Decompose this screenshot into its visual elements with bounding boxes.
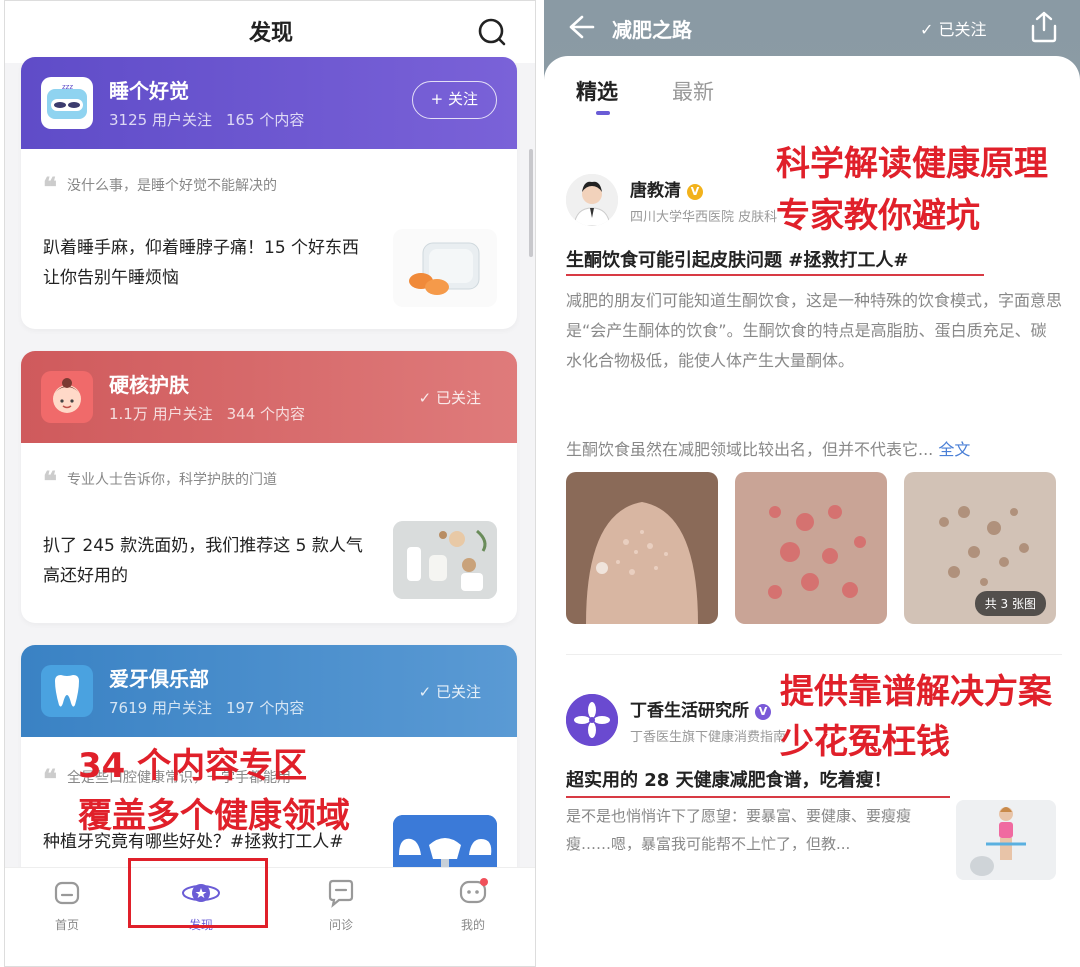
quote-text: 没什么事，是睡个好觉不能解决的 <box>67 178 277 194</box>
annotation-text: 覆盖多个健康领域 <box>78 796 350 836</box>
community-card-skincare[interactable]: 硬核护肤 1.1万 用户关注 344 个内容 ✓ 已关注 ❝ 专业人士告诉你，科学护… <box>21 351 517 623</box>
community-card-sleep[interactable]: zzz 睡个好觉 3125 用户关注 165 个内容 + 关注 ❝ 没什么事，是睡个… <box>21 57 517 329</box>
excerpt-text: 生酮饮食虽然在减肥领域比较出名，但并不代表它... <box>566 440 934 459</box>
divider <box>566 654 1062 655</box>
community-name: 睡个好觉 <box>109 79 189 103</box>
followed-label: 已关注 <box>435 683 481 701</box>
annotation-text: 34 个内容专区 <box>78 746 308 786</box>
annotation-highlight-box <box>128 858 268 928</box>
screenshot-stage: 发现 zzz 睡个好觉 3125 用户关注 165 个内容 + 关注 ❝ 没什么… <box>0 0 1080 967</box>
share-icon[interactable] <box>1028 10 1060 44</box>
check-icon: ✓ <box>920 20 939 39</box>
top-bar: 发现 <box>5 1 535 63</box>
quote-icon: ❝ <box>43 173 57 203</box>
earplug-thumbnail[interactable] <box>393 229 497 307</box>
tab-latest[interactable]: 最新 <box>672 76 714 106</box>
author-name[interactable]: 唐教清 V <box>630 176 703 201</box>
community-name: 爱牙俱乐部 <box>109 667 209 691</box>
consult-icon <box>328 879 354 908</box>
author-avatar[interactable] <box>566 694 618 746</box>
community-quote: ❝ 专业人士告诉你，科学护肤的门道 <box>43 467 277 497</box>
follower-count: 7619 用户关注 <box>109 699 212 717</box>
cleanser-thumbnail[interactable] <box>393 521 497 599</box>
top-bar: 减肥之路 ✓ 已关注 <box>544 0 1080 56</box>
image-count-badge: 共 3 张图 <box>974 591 1046 616</box>
scrollbar[interactable] <box>529 149 533 257</box>
community-stats: 1.1万 用户关注 344 个内容 <box>109 403 305 424</box>
post-excerpt[interactable]: 减肥的朋友们可能知道生酮饮食，这是一种特殊的饮食模式，字面意思是“会产生酮体的饮… <box>566 286 1062 376</box>
check-icon: ✓ <box>418 683 436 701</box>
follow-button[interactable]: + 关注 <box>411 81 497 119</box>
tab-home[interactable]: 首页 <box>27 878 107 933</box>
tab-indicator <box>596 111 610 115</box>
quote-icon: ❝ <box>43 467 57 497</box>
annotation-text: 专家教你避坑 <box>776 196 980 236</box>
annotation-text: 少花冤枉钱 <box>780 722 950 762</box>
post-excerpt-more[interactable]: 生酮饮食虽然在减肥领域比较出名，但并不代表它... 全文 <box>566 436 1062 460</box>
post-image[interactable] <box>735 472 887 624</box>
post-title[interactable]: 超实用的 28 天健康减肥食谱，吃着瘦！ <box>566 766 892 792</box>
check-icon: ✓ <box>418 389 436 407</box>
annotation-text: 科学解读健康原理 <box>776 144 1048 184</box>
author-name[interactable]: 丁香生活研究所 V <box>630 696 771 721</box>
fitness-thumbnail[interactable] <box>956 800 1056 880</box>
profile-icon <box>459 878 488 904</box>
followed-status[interactable]: ✓ 已关注 <box>419 387 481 408</box>
post-title[interactable]: 生酮饮食可能引起皮肤问题 #拯救打工人# <box>566 246 908 272</box>
tab-label: 首页 <box>54 918 79 932</box>
post-count: 165 个内容 <box>225 111 305 129</box>
annotation-underline <box>566 274 984 276</box>
sleep-mask-icon: zzz <box>41 77 93 129</box>
annotation-text: 提供靠谱解决方案 <box>780 672 1052 712</box>
community-header: zzz 睡个好觉 3125 用户关注 165 个内容 + 关注 <box>21 57 517 149</box>
search-icon[interactable] <box>477 17 507 47</box>
page-title: 发现 <box>248 21 293 46</box>
tab-profile[interactable]: 我的 <box>433 878 513 933</box>
author-name-text: 唐教清 <box>630 181 681 201</box>
tab-label: 问诊 <box>328 918 353 932</box>
community-stats: 7619 用户关注 197 个内容 <box>109 697 304 718</box>
face-care-icon <box>41 371 93 423</box>
followed-label: 已关注 <box>435 389 481 407</box>
author-affiliation: 四川大学华西医院 皮肤科 <box>630 210 778 225</box>
post-excerpt[interactable]: 是不是也悄悄许下了愿望：要暴富、要健康、要瘦瘦瘦……嗯，暴富我可能帮不上忙了，但… <box>566 802 926 858</box>
community-name: 硬核护肤 <box>109 373 189 397</box>
home-icon <box>54 881 80 905</box>
community-header: 硬核护肤 1.1万 用户关注 344 个内容 ✓ 已关注 <box>21 351 517 443</box>
verified-badge-icon: V <box>687 184 703 200</box>
topic-title: 减肥之路 <box>612 18 692 42</box>
post-count: 197 个内容 <box>225 699 305 717</box>
annotation-underline <box>566 796 950 798</box>
post-image[interactable]: 共 3 张图 <box>904 472 1056 624</box>
community-header: 爱牙俱乐部 7619 用户关注 197 个内容 ✓ 已关注 <box>21 645 517 737</box>
tooth-icon <box>41 665 93 717</box>
tab-featured[interactable]: 精选 <box>576 76 618 106</box>
tab-consult[interactable]: 问诊 <box>301 878 381 933</box>
bottom-tab-bar: 首页 发现 问诊 我的 <box>5 867 535 966</box>
featured-article-title[interactable]: 扒了 245 款洗面奶，我们推荐这 5 款人气高还好用的 <box>43 531 373 591</box>
tab-label: 我的 <box>460 918 485 932</box>
community-stats: 3125 用户关注 165 个内容 <box>109 109 304 130</box>
author-name-text: 丁香生活研究所 <box>630 701 749 721</box>
back-arrow-icon[interactable] <box>566 12 596 42</box>
followed-status[interactable]: ✓ 已关注 <box>419 681 481 702</box>
follower-count: 1.1万 用户关注 <box>109 405 213 423</box>
quote-text: 专业人士告诉你，科学护肤的门道 <box>67 472 277 488</box>
followed-status[interactable]: ✓ 已关注 <box>920 16 987 40</box>
followed-label: 已关注 <box>938 20 987 39</box>
author-affiliation: 丁香医生旗下健康消费指南 <box>630 730 787 745</box>
featured-article-title[interactable]: 趴着睡手麻，仰着睡脖子痛！15 个好东西让你告别午睡烦恼 <box>43 233 373 293</box>
post-image[interactable] <box>566 472 718 624</box>
author-avatar[interactable] <box>566 174 618 226</box>
read-full-link[interactable]: 全文 <box>938 440 970 459</box>
quote-icon: ❝ <box>43 765 57 795</box>
follower-count: 3125 用户关注 <box>109 111 212 129</box>
svg-text:zzz: zzz <box>62 83 73 91</box>
verified-badge-icon: V <box>755 704 771 720</box>
community-quote: ❝ 没什么事，是睡个好觉不能解决的 <box>43 173 277 203</box>
post-count: 344 个内容 <box>226 405 306 423</box>
